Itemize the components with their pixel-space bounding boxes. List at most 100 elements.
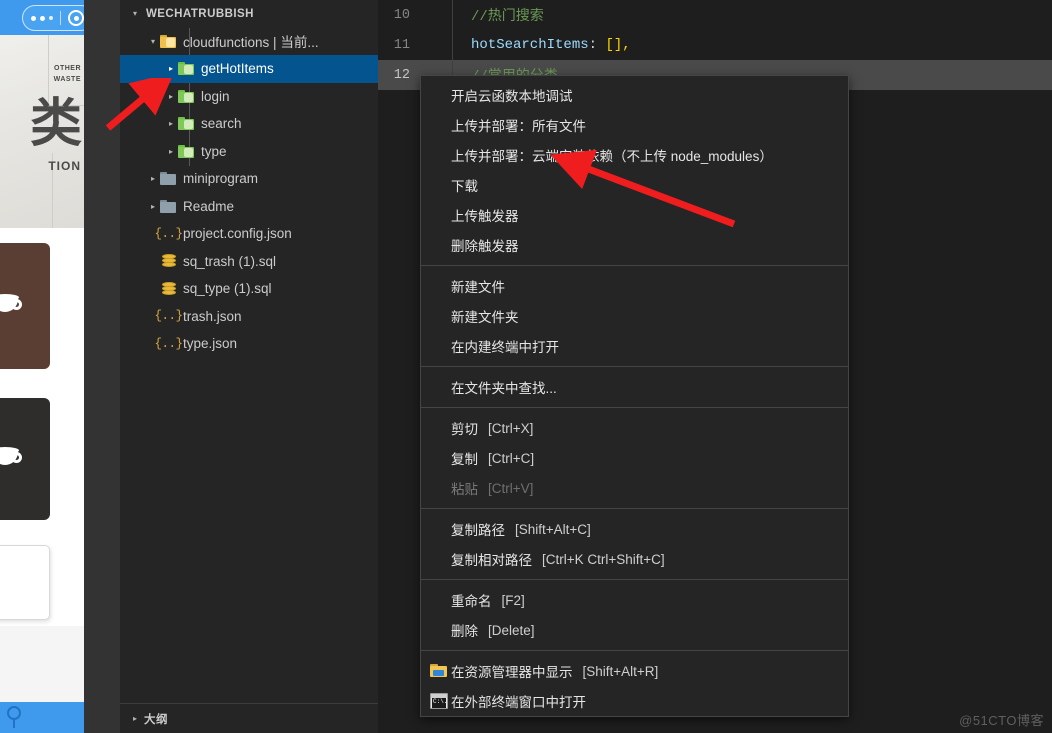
database-icon xyxy=(160,253,177,270)
tree-item-sq-type-1-sql[interactable]: sq_type (1).sql xyxy=(120,275,378,303)
menu-item-0-3[interactable]: 下载 xyxy=(421,170,848,200)
menu-item-label: 删除触发器 xyxy=(451,235,519,255)
wechat-simulator-preview: OTHER WASTE 类 TION xyxy=(0,0,84,733)
menu-item-2-0[interactable]: 在文件夹中查找... xyxy=(421,372,848,402)
capsule-divider xyxy=(60,11,61,25)
chevron-right-icon[interactable]: ▸ xyxy=(146,202,160,211)
chevron-right-icon[interactable]: ▸ xyxy=(128,714,142,723)
tree-item-label: miniprogram xyxy=(183,171,258,186)
menu-item-0-0[interactable]: 开启云函数本地调试 xyxy=(421,80,848,110)
tree-item-label: project.config.json xyxy=(183,226,292,241)
tree-item-login[interactable]: ▸ login xyxy=(120,83,378,111)
folder-green-icon xyxy=(178,143,195,160)
tree-item-sq-trash-1-sql[interactable]: sq_trash (1).sql xyxy=(120,248,378,276)
folder-yellow-icon xyxy=(160,33,177,50)
tree-item-search[interactable]: ▸ search xyxy=(120,110,378,138)
menu-item-0-2[interactable]: 上传并部署：云端安装依赖（不上传 node_modules） xyxy=(421,140,848,170)
menu-separator xyxy=(421,508,848,509)
poster-subtitle: OTHER WASTE xyxy=(54,63,81,85)
menu-item-4-0[interactable]: 复制路径[Shift+Alt+C] xyxy=(421,514,848,544)
menu-item-shortcut: [Delete] xyxy=(488,623,535,638)
tree-item-label: cloudfunctions | 当前... xyxy=(183,31,319,51)
tree-item-gethotitems[interactable]: ▸getHotItems xyxy=(120,55,378,83)
menu-item-label: 新建文件夹 xyxy=(451,306,519,326)
watermark: @51CTO博客 xyxy=(959,710,1044,729)
tree-item-miniprogram[interactable]: ▸ miniprogram xyxy=(120,165,378,193)
menu-item-label: 重命名 xyxy=(451,590,492,610)
menu-item-label: 上传触发器 xyxy=(451,205,519,225)
indent-guide xyxy=(452,30,453,60)
chevron-right-icon[interactable]: ▸ xyxy=(146,174,160,183)
menu-separator xyxy=(421,366,848,367)
tree-item-type-json[interactable]: {..}type.json xyxy=(120,330,378,358)
chevron-right-icon[interactable]: ▸ xyxy=(164,119,178,128)
menu-item-shortcut: [Ctrl+X] xyxy=(488,421,533,436)
card-item-white[interactable] xyxy=(0,545,50,620)
simulator-tabbar[interactable] xyxy=(0,702,84,733)
menu-item-1-1[interactable]: 新建文件夹 xyxy=(421,301,848,331)
poster-image: OTHER WASTE 类 TION xyxy=(0,35,84,228)
activity-bar[interactable] xyxy=(84,0,120,733)
file-tree[interactable]: ▾ WECHATRUBBISH ▾ cloudfunctions | 当前... ▸ge… xyxy=(120,0,378,358)
menu-item-3-1[interactable]: 复制[Ctrl+C] xyxy=(421,443,848,473)
code-text[interactable]: hotSearchItems: [], xyxy=(471,37,631,53)
menu-item-0-4[interactable]: 上传触发器 xyxy=(421,200,848,230)
menu-item-0-5[interactable]: 删除触发器 xyxy=(421,230,848,260)
menu-item-4-1[interactable]: 复制相对路径[Ctrl+K Ctrl+Shift+C] xyxy=(421,544,848,574)
menu-item-1-2[interactable]: 在内建终端中打开 xyxy=(421,331,848,361)
menu-item-label: 上传并部署：所有文件 xyxy=(451,115,586,135)
tree-item-project-config-json[interactable]: {..}project.config.json xyxy=(120,220,378,248)
folder-explorer-icon xyxy=(430,663,448,679)
menu-item-shortcut: [Ctrl+V] xyxy=(488,481,533,496)
person-icon[interactable] xyxy=(4,706,24,728)
line-number: 10 xyxy=(378,8,432,23)
menu-item-label: 复制相对路径 xyxy=(451,549,532,569)
explorer-section-header[interactable]: ▾ WECHATRUBBISH xyxy=(120,0,378,28)
capsule-button[interactable] xyxy=(22,5,84,31)
explorer-section-title: WECHATRUBBISH xyxy=(146,8,254,20)
code-line[interactable]: 11hotSearchItems: [], xyxy=(378,30,1052,60)
folder-green-icon xyxy=(178,88,195,105)
menu-item-label: 粘贴 xyxy=(451,478,478,498)
tree-item-label: search xyxy=(201,116,242,131)
tree-item-label: sq_trash (1).sql xyxy=(183,254,276,269)
menu-item-6-1[interactable]: C:\.在外部终端窗口中打开 xyxy=(421,686,848,716)
chevron-down-icon[interactable]: ▾ xyxy=(128,9,142,18)
menu-item-label: 下载 xyxy=(451,175,478,195)
code-line[interactable]: 10 //热门搜索 xyxy=(378,0,1052,30)
poster-big-char: 类 xyxy=(30,98,82,150)
menu-item-6-0[interactable]: 在资源管理器中显示[Shift+Alt+R] xyxy=(421,656,848,686)
screenshot-root: OTHER WASTE 类 TION xyxy=(0,0,1052,733)
cup-icon xyxy=(0,293,22,319)
vscode-window: ▾ WECHATRUBBISH ▾ cloudfunctions | 当前... ▸ge… xyxy=(84,0,1052,733)
menu-item-label: 新建文件 xyxy=(451,276,505,296)
chevron-right-icon[interactable]: ▸ xyxy=(164,92,178,101)
menu-item-shortcut: [Shift+Alt+R] xyxy=(583,664,659,679)
tree-item-trash-json[interactable]: {..}trash.json xyxy=(120,303,378,331)
card-item-brown[interactable] xyxy=(0,243,50,369)
folder-green-icon xyxy=(178,60,195,77)
menu-item-3-0[interactable]: 剪切[Ctrl+X] xyxy=(421,413,848,443)
card-item-dark[interactable] xyxy=(0,398,50,520)
menu-item-5-0[interactable]: 重命名[F2] xyxy=(421,585,848,615)
menu-item-1-0[interactable]: 新建文件 xyxy=(421,271,848,301)
more-dots-icon[interactable] xyxy=(31,16,53,21)
target-circle-icon[interactable] xyxy=(68,10,84,26)
tree-item-type[interactable]: ▸type xyxy=(120,138,378,166)
tree-item-cloudfunctions-[interactable]: ▾ cloudfunctions | 当前... xyxy=(120,28,378,56)
chevron-right-icon[interactable]: ▸ xyxy=(164,147,178,156)
tree-item-label: trash.json xyxy=(183,309,242,324)
menu-item-5-1[interactable]: 删除[Delete] xyxy=(421,615,848,645)
menu-item-label: 在文件夹中查找... xyxy=(451,377,557,397)
menu-item-label: 在外部终端窗口中打开 xyxy=(451,691,586,711)
chevron-down-icon[interactable]: ▾ xyxy=(146,37,160,46)
outline-panel-header[interactable]: ▸ 大纲 xyxy=(120,703,378,733)
code-text[interactable]: //热门搜索 xyxy=(471,5,544,25)
explorer-context-menu[interactable]: 开启云函数本地调试上传并部署：所有文件上传并部署：云端安装依赖（不上传 node… xyxy=(420,75,849,717)
code-bracket: [], xyxy=(605,37,630,53)
explorer-sidebar: ▾ WECHATRUBBISH ▾ cloudfunctions | 当前... ▸ge… xyxy=(120,0,378,733)
chevron-right-icon[interactable]: ▸ xyxy=(164,64,178,73)
tree-item-readme[interactable]: ▸Readme xyxy=(120,193,378,221)
tree-item-label: login xyxy=(201,89,230,104)
menu-item-0-1[interactable]: 上传并部署：所有文件 xyxy=(421,110,848,140)
